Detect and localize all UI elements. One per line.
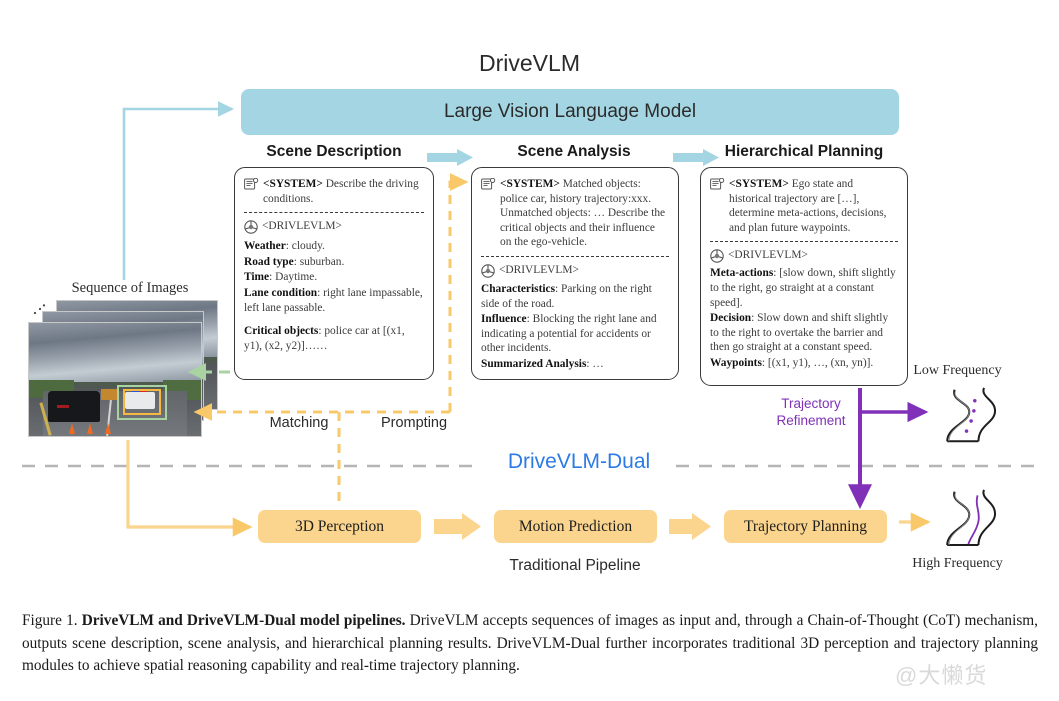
lvlm-bar-label: Large Vision Language Model: [443, 101, 697, 122]
field-time: Time: Daytime.: [244, 270, 424, 285]
system-role-label-3: <SYSTEM>: [729, 178, 789, 190]
column-header-scene-description: Scene Description: [266, 143, 402, 160]
pipeline-3d-perception-label: 3D Perception: [294, 517, 385, 535]
column-header-hierarchical-planning: Hierarchical Planning: [724, 143, 884, 160]
pipeline-box-3d-perception: 3D Perception: [258, 510, 421, 543]
matching-label: Matching: [269, 415, 329, 431]
arrow-right-icon-description-to-analysis: [427, 149, 473, 166]
field-road-type: Road type: suburban.: [244, 255, 424, 270]
large-vision-language-model-bar: Large Vision Language Model: [241, 89, 899, 135]
field-weather-value: : cloudy.: [285, 240, 325, 253]
field-meta-actions-key: Meta-actions: [710, 267, 774, 280]
prompt-box-hierarchical-planning: <SYSTEM> Ego state and historical trajec…: [700, 167, 908, 386]
field-lane-condition: Lane condition: right lane impassable, l…: [244, 286, 424, 315]
model-role-label-2: <DRIVLEVLM>: [499, 263, 579, 276]
box-divider: [244, 212, 424, 214]
low-frequency-label: Low Frequency: [913, 363, 1002, 378]
input-image-stack: [28, 300, 218, 437]
system-prompt-text-planning: <SYSTEM> Ego state and historical trajec…: [729, 177, 898, 235]
page-title: DriveVLM: [479, 50, 580, 76]
pipeline-trajectory-planning-label: Trajectory Planning: [744, 517, 867, 535]
pipeline-box-motion-prediction: Motion Prediction: [494, 510, 657, 543]
field-road-type-value: : suburban.: [293, 255, 345, 268]
system-document-icon: [481, 178, 496, 191]
figure-caption: Figure 1. DriveVLM and DriveVLM-Dual mod…: [22, 610, 1038, 678]
field-spacer: [244, 316, 424, 324]
bounding-box-orange: [122, 389, 162, 415]
field-summarized-analysis-key: Summarized Analysis: [481, 357, 587, 370]
pipeline-box-trajectory-planning: Trajectory Planning: [724, 510, 887, 543]
field-time-value: : Daytime.: [269, 271, 318, 284]
box-divider: [710, 241, 898, 243]
field-meta-actions: Meta-actions: [slow down, shift slightly…: [710, 266, 898, 310]
field-waypoints-key: Waypoints: [710, 356, 762, 369]
model-role-label-1: <DRIVLEVLM>: [262, 220, 342, 233]
trajectory-refinement-line1: Trajectory: [781, 396, 841, 411]
prompt-box-scene-description: <SYSTEM> Describe the driving conditions…: [234, 167, 434, 380]
pipeline-motion-prediction-label: Motion Prediction: [518, 517, 633, 535]
field-decision: Decision: Slow down and shift slightly t…: [710, 311, 898, 355]
column-header-scene-analysis: Scene Analysis: [517, 143, 631, 160]
field-waypoints-value: : [(x1, y1), …, (xn, yn)].: [761, 356, 874, 369]
field-influence: Influence: Blocking the right lane and i…: [481, 312, 669, 356]
prompt-box-scene-analysis: <SYSTEM> Matched objects: police car, hi…: [471, 167, 679, 380]
box-divider: [481, 255, 669, 257]
field-summarized-analysis-value: : …: [586, 357, 604, 370]
system-document-icon: [710, 178, 725, 191]
drivevlm-dual-label: DriveVLM-Dual: [507, 450, 651, 473]
field-waypoints: Waypoints: [(x1, y1), …, (xn, yn)].: [710, 356, 898, 371]
field-lane-condition-key: Lane condition: [244, 286, 318, 299]
high-frequency-label: High Frequency: [912, 556, 1003, 571]
steering-wheel-icon: [710, 249, 724, 264]
caption-prefix: Figure 1.: [22, 612, 82, 629]
ego-front-vehicle: [47, 390, 100, 423]
system-role-label-2: <SYSTEM>: [500, 178, 560, 190]
field-characteristics-key: Characteristics: [481, 282, 556, 295]
field-characteristics: Characteristics: Parking on the right si…: [481, 282, 669, 311]
arrow-right-icon-analysis-to-planning: [673, 149, 719, 166]
trajectory-refinement-label: Trajectory Refinement: [757, 396, 865, 430]
steering-wheel-icon: [481, 264, 495, 278]
field-road-type-key: Road type: [244, 255, 294, 268]
field-decision-key: Decision: [710, 312, 752, 325]
system-role-label-1: <SYSTEM>: [263, 178, 323, 190]
system-prompt-text-description: <SYSTEM> Describe the driving conditions…: [263, 177, 424, 206]
field-time-key: Time: [244, 271, 270, 284]
image-frame-front-driving-scene: [28, 322, 202, 437]
field-critical-objects-key: Critical objects: [244, 325, 319, 338]
caption-bold: DriveVLM and DriveVLM-Dual model pipelin…: [81, 612, 406, 629]
traditional-pipeline-label: Traditional Pipeline: [509, 557, 641, 574]
field-critical-objects: Critical objects: police car at [(x1, y1…: [244, 324, 424, 353]
winding-road-dotted-icon: [946, 387, 997, 443]
weibo-watermark: @大懒货: [895, 663, 988, 688]
sequence-of-images-label: Sequence of Images: [71, 280, 189, 296]
trajectory-refinement-line2: Refinement: [776, 412, 846, 428]
prompting-label: Prompting: [380, 415, 448, 431]
steering-wheel-icon: [244, 220, 258, 234]
system-prompt-text-analysis: <SYSTEM> Matched objects: police car, hi…: [500, 177, 669, 250]
system-document-icon: [244, 178, 259, 191]
field-summarized-analysis: Summarized Analysis: …: [481, 357, 669, 372]
field-weather-key: Weather: [244, 240, 286, 253]
field-weather: Weather: cloudy.: [244, 239, 424, 254]
model-role-label-3: <DRIVLEVLM>: [728, 249, 808, 262]
field-influence-key: Influence: [481, 313, 527, 326]
winding-road-solid-icon: [946, 489, 997, 547]
